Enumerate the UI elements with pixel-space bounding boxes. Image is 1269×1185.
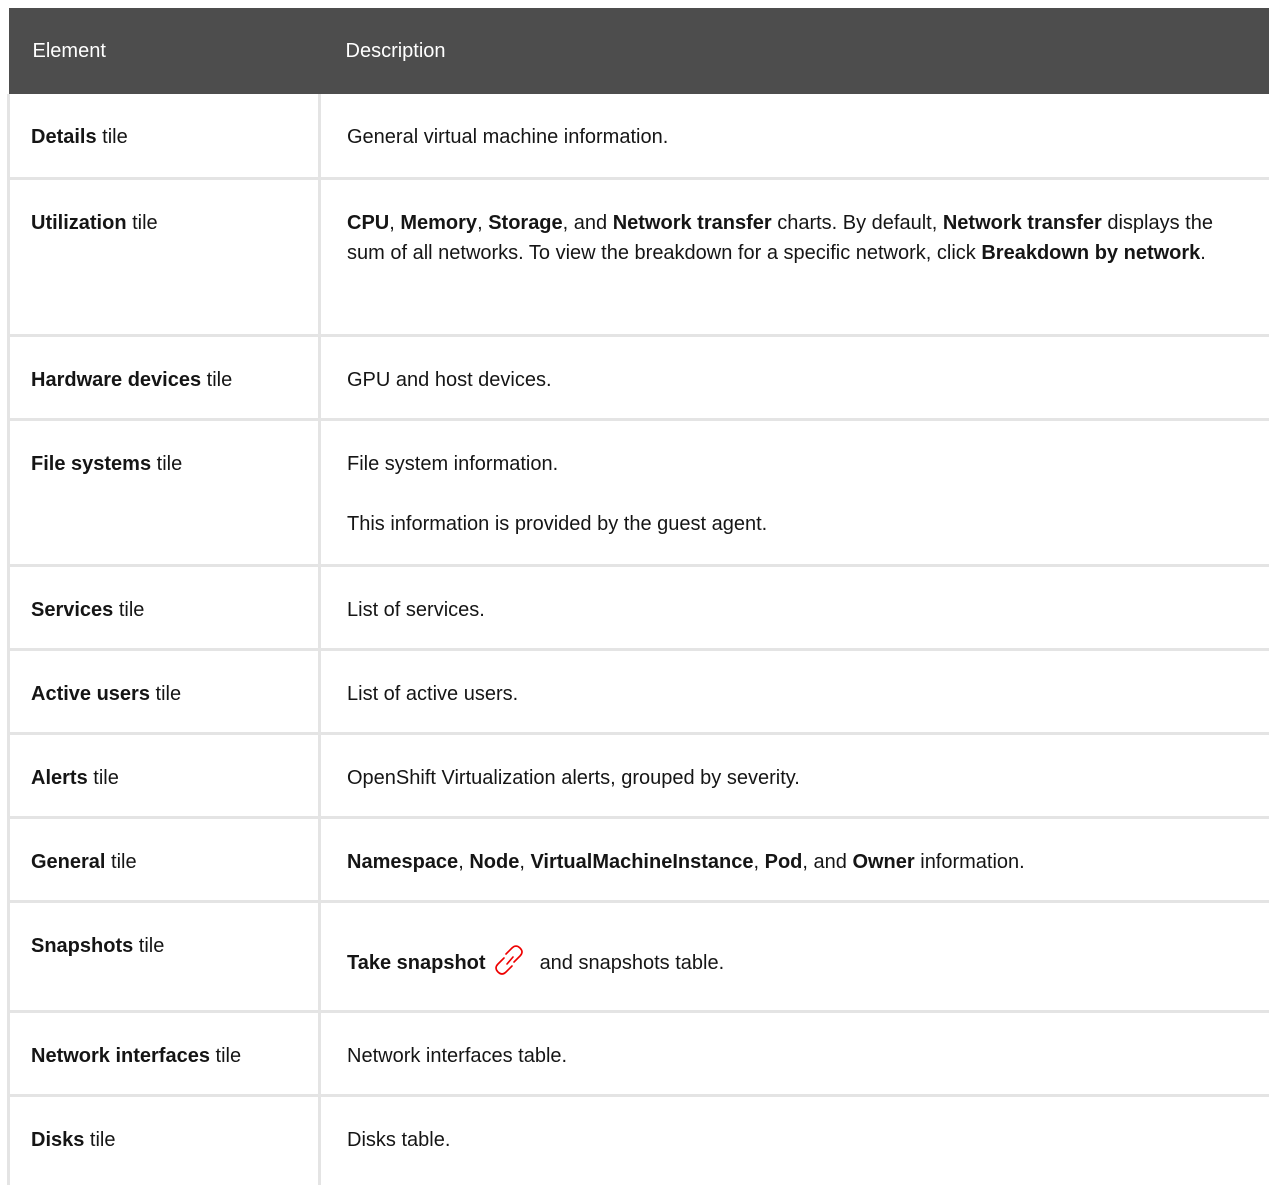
separator: ,: [477, 212, 488, 234]
header-description: Description: [320, 8, 1269, 94]
element-name: Active users: [31, 683, 150, 705]
element-name: Utilization: [31, 212, 127, 234]
element-suffix: tile: [201, 369, 232, 391]
element-suffix: tile: [88, 767, 119, 789]
tiles-table: Element Description Details tile General…: [7, 8, 1269, 1185]
element-cell: Details tile: [9, 94, 320, 178]
table-row: General tile Namespace, Node, VirtualMac…: [9, 817, 1269, 901]
description-cell: Take snapshot and snapshots table.: [320, 901, 1269, 1011]
element-cell: Hardware devices tile: [9, 335, 320, 419]
term-virtualmachineinstance: VirtualMachineInstance: [530, 851, 753, 873]
element-suffix: tile: [127, 212, 158, 234]
element-name: Alerts: [31, 767, 88, 789]
description-text: information.: [915, 851, 1025, 873]
element-suffix: tile: [133, 935, 164, 957]
table-row: Snapshots tile Take snapshot and snapshot…: [9, 901, 1269, 1011]
table-header-row: Element Description: [9, 8, 1269, 94]
element-suffix: tile: [97, 126, 128, 148]
term-network-transfer: Network transfer: [613, 212, 772, 234]
element-suffix: tile: [105, 851, 136, 873]
description-cell: File system information. This informatio…: [320, 419, 1269, 565]
link-icon[interactable]: [492, 945, 526, 984]
description-cell: GPU and host devices.: [320, 335, 1269, 419]
term-owner: Owner: [852, 851, 914, 873]
element-cell: Snapshots tile: [9, 901, 320, 1011]
element-name: Snapshots: [31, 935, 133, 957]
term-pod: Pod: [765, 851, 803, 873]
element-name: Hardware devices: [31, 369, 201, 391]
separator: ,: [519, 851, 530, 873]
description-cell: Disks table.: [320, 1095, 1269, 1185]
description-paragraph: File system information.: [347, 449, 1243, 479]
term-breakdown-by-network: Breakdown by network: [981, 242, 1200, 264]
table-row: Alerts tile OpenShift Virtualization ale…: [9, 733, 1269, 817]
header-element: Element: [9, 8, 320, 94]
element-cell: Services tile: [9, 565, 320, 649]
element-cell: File systems tile: [9, 419, 320, 565]
separator: , and: [802, 851, 852, 873]
element-name: General: [31, 851, 105, 873]
separator: ,: [458, 851, 469, 873]
element-cell: General tile: [9, 817, 320, 901]
take-snapshot-label: Take snapshot: [347, 952, 486, 974]
description-cell: General virtual machine information.: [320, 94, 1269, 178]
description-cell: Namespace, Node, VirtualMachineInstance,…: [320, 817, 1269, 901]
table-row: Active users tile List of active users.: [9, 649, 1269, 733]
description-cell: List of active users.: [320, 649, 1269, 733]
table-row: Disks tile Disks table.: [9, 1095, 1269, 1185]
element-cell: Network interfaces tile: [9, 1011, 320, 1095]
table-row: Hardware devices tile GPU and host devic…: [9, 335, 1269, 419]
table-row: Utilization tile CPU, Memory, Storage, a…: [9, 178, 1269, 335]
term-namespace: Namespace: [347, 851, 458, 873]
separator: , and: [563, 212, 613, 234]
description-text: charts. By default,: [772, 212, 943, 234]
description-cell: CPU, Memory, Storage, and Network transf…: [320, 178, 1269, 335]
element-cell: Active users tile: [9, 649, 320, 733]
element-cell: Alerts tile: [9, 733, 320, 817]
element-suffix: tile: [113, 599, 144, 621]
term-node: Node: [469, 851, 519, 873]
description-text: and snapshots table.: [540, 952, 725, 974]
element-suffix: tile: [151, 453, 182, 475]
element-cell: Disks tile: [9, 1095, 320, 1185]
element-cell: Utilization tile: [9, 178, 320, 335]
separator: ,: [389, 212, 400, 234]
element-suffix: tile: [84, 1129, 115, 1151]
element-suffix: tile: [150, 683, 181, 705]
element-name: Details: [31, 126, 97, 148]
element-name: Services: [31, 599, 113, 621]
term-network-transfer: Network transfer: [943, 212, 1102, 234]
table-row: Details tile General virtual machine inf…: [9, 94, 1269, 178]
table-row: File systems tile File system informatio…: [9, 419, 1269, 565]
element-name: Network interfaces: [31, 1045, 210, 1067]
table-row: Network interfaces tile Network interfac…: [9, 1011, 1269, 1095]
description-cell: OpenShift Virtualization alerts, grouped…: [320, 733, 1269, 817]
description-cell: List of services.: [320, 565, 1269, 649]
term-cpu: CPU: [347, 212, 389, 234]
link-icon-graphic: [492, 945, 526, 975]
element-suffix: tile: [210, 1045, 241, 1067]
separator: ,: [753, 851, 764, 873]
term-storage: Storage: [488, 212, 562, 234]
table-row: Services tile List of services.: [9, 565, 1269, 649]
element-name: Disks: [31, 1129, 84, 1151]
description-paragraph: This information is provided by the gues…: [347, 509, 1243, 539]
element-name: File systems: [31, 453, 151, 475]
term-memory: Memory: [400, 212, 477, 234]
description-text: .: [1200, 242, 1206, 264]
description-cell: Network interfaces table.: [320, 1011, 1269, 1095]
